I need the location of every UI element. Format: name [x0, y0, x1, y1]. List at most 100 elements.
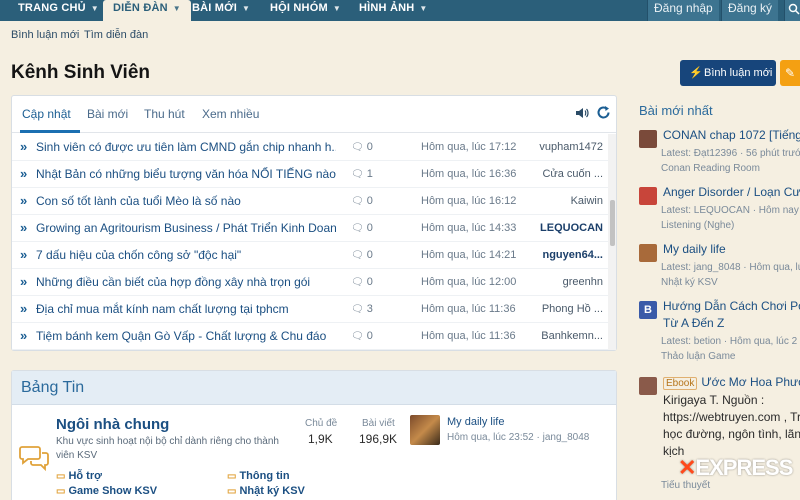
reply-count: 🗨 0: [351, 195, 373, 207]
thread-title[interactable]: Growing an Agritourism Business / Phát T…: [36, 221, 336, 235]
reply-count-value: 0: [366, 222, 373, 234]
thread-user[interactable]: Banhkemn...: [527, 330, 603, 342]
latest-post-forum[interactable]: Nhật ký KSV: [661, 277, 800, 288]
forum-title[interactable]: Ngôi nhà chung: [56, 416, 169, 433]
table-row[interactable]: » Những điều cần biết của hợp đồng xây nh…: [12, 269, 608, 296]
thread-user[interactable]: vupham1472: [527, 141, 603, 153]
avatar[interactable]: [639, 187, 657, 205]
latest-post-forum[interactable]: Tiểu thuyết: [661, 480, 800, 491]
avatar[interactable]: [639, 244, 657, 262]
pencil-icon: ✎: [785, 66, 796, 80]
sub-navigation: Bình luận mới Tìm diễn đàn: [0, 21, 800, 48]
latest-post-title[interactable]: Anger Disorder / Loạn Cườ: [663, 185, 800, 199]
latest-post-meta: Latest: Đạt12396 · 56 phút trước: [661, 148, 800, 159]
caret-down-icon[interactable]: ▼: [173, 4, 181, 13]
thread-time: Hôm qua, lúc 12:00: [421, 276, 517, 288]
recent-comments-link[interactable]: Bình luận mới: [11, 29, 79, 41]
news-board-header: Bảng Tin: [12, 371, 616, 405]
subforum-link[interactable]: ▭ Game Show KSV: [56, 485, 157, 497]
tab-new-posts[interactable]: Bài mới: [87, 107, 128, 121]
table-row[interactable]: » Nhật Bản có những biểu tượng văn hóa NỔ…: [12, 161, 608, 188]
reply-count: 🗨 0: [351, 276, 373, 288]
table-row[interactable]: » Tiệm bánh kem Quận Gò Vấp - Chất lượng …: [12, 323, 608, 350]
login-button[interactable]: Đăng nhập: [647, 0, 719, 21]
caret-down-icon[interactable]: ▼: [419, 4, 427, 13]
tab-most-viewed[interactable]: Xem nhiều: [202, 107, 259, 121]
reply-count-value: 0: [366, 330, 373, 342]
threads-label: Chủ đề: [305, 418, 338, 429]
search-icon[interactable]: [784, 0, 800, 21]
caret-down-icon[interactable]: ▼: [91, 4, 99, 13]
latest-post-forum[interactable]: Thảo luận Game: [661, 351, 800, 362]
register-button[interactable]: Đăng ký: [721, 0, 779, 21]
thread-title[interactable]: Con số tốt lành của tuổi Mèo là số nào: [36, 194, 336, 208]
news-board: Bảng Tin Ngôi nhà chung Khu vực sinh hoạ…: [11, 370, 617, 500]
latest-post-excerpt: học đường, ngôn tình, lãng: [663, 427, 800, 441]
table-row[interactable]: » Địa chỉ mua mắt kính nam chất lượng tại…: [12, 296, 608, 323]
latest-post-item[interactable]: CONAN chap 1072 [Tiếng V Latest: Đạt1239…: [639, 128, 800, 178]
tab-trending[interactable]: Thu hút: [144, 107, 185, 121]
thread-title[interactable]: Nhật Bản có những biểu tượng văn hóa NỔI…: [36, 167, 336, 181]
tab-updates[interactable]: Cập nhật: [22, 107, 71, 121]
latest-post-forum[interactable]: Listening (Nghe): [661, 220, 800, 231]
thread-user[interactable]: LEQUOCAN: [527, 222, 603, 234]
avatar[interactable]: [410, 415, 440, 445]
thread-title[interactable]: Những điều cần biết của hợp đồng xây nhà…: [36, 275, 336, 289]
avatar[interactable]: [639, 130, 657, 148]
nav-tab-groups[interactable]: HỘI NHÓM ▼: [270, 0, 341, 21]
subforum-link[interactable]: ▭ Hỗ trợ: [56, 470, 102, 482]
avatar[interactable]: B: [639, 301, 657, 319]
last-post-meta: Hôm qua, lúc 23:52 · jang_8048: [447, 432, 590, 443]
last-post-title[interactable]: My daily life: [447, 416, 504, 428]
subforum-link[interactable]: ▭ Nhật ký KSV: [227, 485, 305, 497]
latest-post-item[interactable]: EbookƯớc Mơ Hoa Phượn Kirigaya T. Nguồn …: [639, 375, 800, 500]
new-comment-button[interactable]: ⚡ Bình luận mới: [680, 60, 776, 86]
thread-title[interactable]: Địa chỉ mua mắt kính nam chất lượng tại …: [36, 302, 336, 316]
latest-post-forum[interactable]: Conan Reading Room: [661, 163, 800, 174]
nav-tab-forums[interactable]: DIỄN ĐÀN ▼: [103, 0, 191, 21]
thread-user[interactable]: Kaiwin: [527, 195, 603, 207]
avatar[interactable]: [639, 377, 657, 395]
logo-x-icon: ✕: [678, 455, 696, 480]
subforum-link[interactable]: ▭ Thông tin: [227, 470, 290, 482]
posts-label: Bài viết: [362, 418, 395, 429]
comment-bubble-icon: 🗨: [351, 277, 364, 288]
latest-post-item[interactable]: My daily life Latest: jang_8048 · Hôm qu…: [639, 242, 800, 292]
thread-user[interactable]: Cửa cuốn ...: [527, 168, 603, 180]
active-tab-indicator: [20, 130, 80, 133]
caret-down-icon[interactable]: ▼: [333, 4, 341, 13]
latest-post-title-cont[interactable]: Từ A Đến Z: [663, 316, 800, 330]
write-post-button[interactable]: ✎: [780, 60, 800, 86]
nav-tab-images[interactable]: HÌNH ẢNH ▼: [359, 0, 428, 21]
thread-title[interactable]: 7 dấu hiệu của chốn công sở "độc hại": [36, 248, 336, 262]
refresh-icon[interactable]: [596, 105, 611, 120]
thread-user[interactable]: greenhn: [527, 276, 603, 288]
latest-post-meta: Latest: LEQUOCAN · Hôm nay lú: [661, 205, 800, 216]
latest-post-item[interactable]: Anger Disorder / Loạn Cườ Latest: LEQUOC…: [639, 185, 800, 235]
nav-tab-home[interactable]: TRANG CHỦ ▼: [18, 0, 99, 21]
thread-title[interactable]: Tiệm bánh kem Quận Gò Vấp - Chất lượng &…: [36, 329, 336, 343]
caret-down-icon[interactable]: ▼: [242, 4, 250, 13]
latest-post-title[interactable]: EbookƯớc Mơ Hoa Phượn: [663, 375, 800, 390]
nav-tab-new-posts[interactable]: BÀI MỚI ▼: [192, 0, 250, 21]
table-row[interactable]: » Sinh viên có được ưu tiên làm CMND gắn …: [12, 134, 608, 161]
thread-time: Hôm qua, lúc 16:12: [421, 195, 517, 207]
table-row[interactable]: » Growing an Agritourism Business / Phát …: [12, 215, 608, 242]
subforum-label: Nhật ký KSV: [239, 485, 305, 497]
thread-user[interactable]: nguyen64...: [527, 249, 603, 261]
table-row[interactable]: » Con số tốt lành của tuổi Mèo là số nào 🗨…: [12, 188, 608, 215]
latest-post-item[interactable]: B Hướng Dẫn Cách Chơi Pok Từ A Đến Z Lat…: [639, 299, 800, 365]
thread-title[interactable]: Sinh viên có được ưu tiên làm CMND gắn c…: [36, 140, 336, 154]
latest-post-title[interactable]: My daily life: [663, 242, 800, 256]
thread-time: Hôm qua, lúc 11:36: [421, 303, 516, 315]
table-row[interactable]: » 7 dấu hiệu của chốn công sở "độc hại" 🗨 0…: [12, 242, 608, 269]
search-forums-link[interactable]: Tìm diễn đàn: [84, 29, 148, 41]
speaker-icon[interactable]: [575, 106, 589, 120]
scrollbar-thumb[interactable]: [610, 200, 615, 246]
double-chevron-right-icon: »: [20, 193, 28, 208]
latest-post-title[interactable]: CONAN chap 1072 [Tiếng V: [663, 128, 800, 142]
top-navigation: TRANG CHỦ ▼ DIỄN ĐÀN ▼ BÀI MỚI ▼ HỘI NHÓM ▼ …: [0, 0, 800, 21]
latest-post-title[interactable]: Hướng Dẫn Cách Chơi Pok: [663, 299, 800, 313]
thread-user[interactable]: Phong Hồ ...: [527, 303, 603, 315]
folder-icon: ▭: [227, 486, 237, 497]
